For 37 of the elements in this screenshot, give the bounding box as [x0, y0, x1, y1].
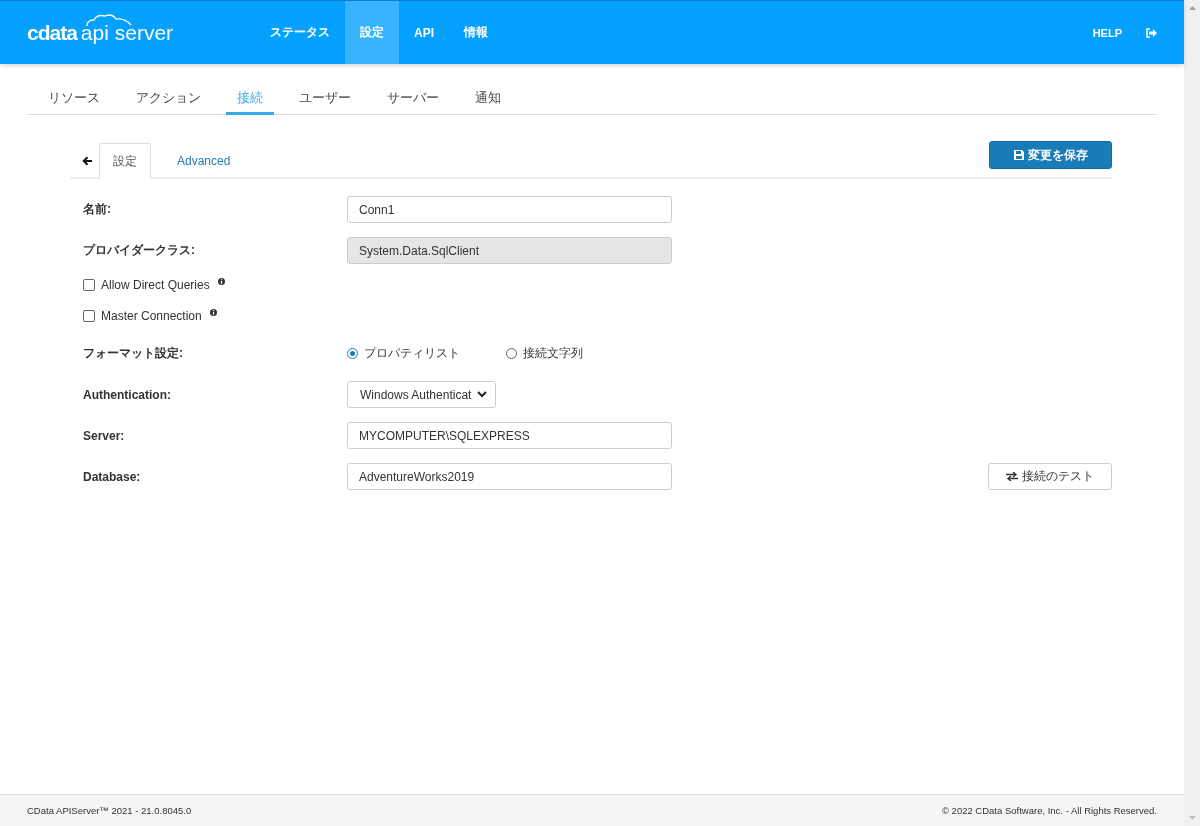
- field-label: フォーマット設定:: [83, 345, 184, 362]
- field-label: Database:: [83, 469, 142, 484]
- section-tab[interactable]: 通知: [464, 82, 512, 115]
- section-tab[interactable]: リソース: [37, 82, 111, 115]
- info-icon: [217, 278, 225, 285]
- input-field[interactable]: MYCOMPUTER\SQLEXPRESS: [347, 422, 672, 449]
- field-label: Authentication:: [83, 387, 172, 402]
- field-label: プロバイダークラス:: [83, 242, 196, 259]
- radio-label: 接続文字列: [523, 345, 583, 362]
- panel-tab[interactable]: 設定: [99, 143, 151, 179]
- checkbox[interactable]: [83, 310, 95, 322]
- panel-tab[interactable]: Advanced: [163, 143, 245, 179]
- test-connection-button[interactable]: 接続のテスト: [988, 463, 1112, 490]
- section-tab[interactable]: サーバー: [376, 82, 450, 115]
- section-tab[interactable]: ユーザー: [288, 82, 362, 115]
- input-field[interactable]: AdventureWorks2019: [347, 463, 672, 490]
- radio-button[interactable]: [506, 348, 517, 359]
- sign-out-icon[interactable]: [1146, 27, 1157, 38]
- dropdown[interactable]: Windows Authenticat: [347, 381, 496, 408]
- chevron-down-icon: [477, 391, 487, 398]
- save-button[interactable]: 変更を保存: [989, 141, 1112, 169]
- checkbox[interactable]: [83, 279, 95, 291]
- back-arrow-icon[interactable]: [82, 156, 93, 166]
- radio-button[interactable]: [347, 348, 358, 359]
- version-text: CData APIServer™ 2021 - 21.0.8045.0: [27, 805, 192, 816]
- field-label: Server:: [83, 428, 126, 443]
- copyright-text: © 2022 CData Software, Inc. - All Rights Reserved.: [941, 805, 1157, 816]
- checkbox-label: Allow Direct Queries: [101, 278, 210, 292]
- logo-brand: cdata: [27, 20, 77, 45]
- field-label: 名前:: [83, 201, 112, 218]
- exchange-arrows-icon: [1006, 472, 1018, 481]
- checkbox-label: Master Connection: [101, 309, 202, 323]
- section-tab[interactable]: アクション: [125, 82, 212, 115]
- logo-product: api server: [80, 20, 174, 45]
- radio-label: プロパティリスト: [364, 345, 460, 362]
- input-field[interactable]: Conn1: [347, 196, 672, 223]
- info-icon: [209, 309, 217, 316]
